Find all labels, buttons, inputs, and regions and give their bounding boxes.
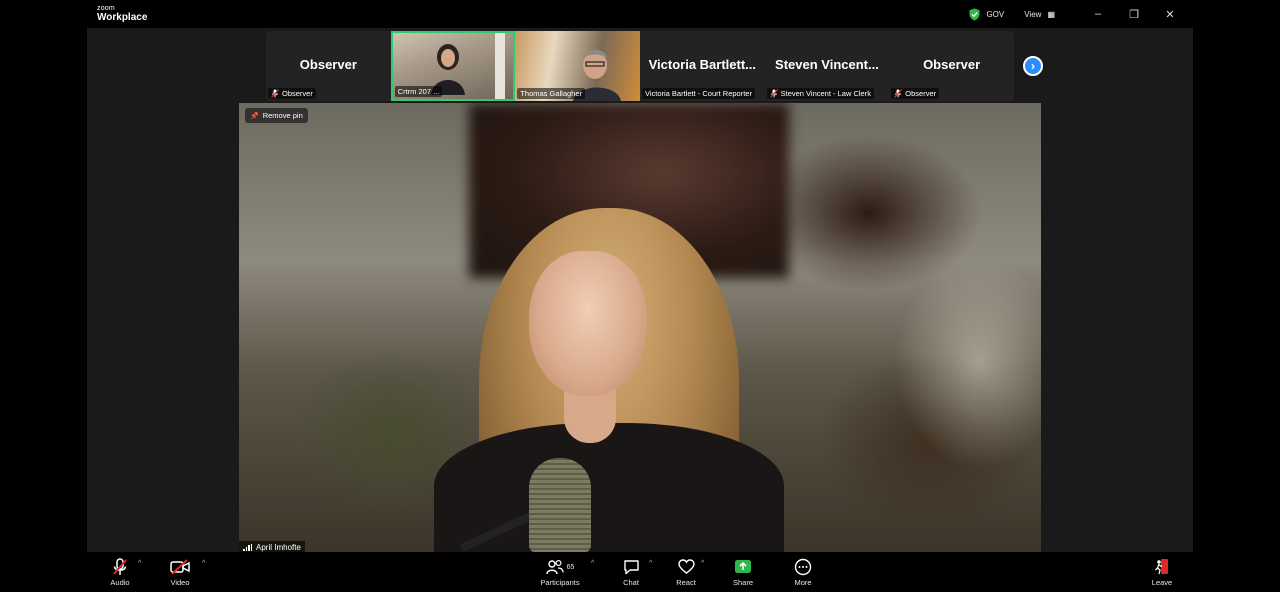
logo-small-text: zoom bbox=[97, 5, 115, 12]
share-label: Share bbox=[732, 578, 753, 587]
participant-tile-active-speaker[interactable]: Crtrm 207 ... bbox=[390, 31, 516, 101]
participant-tile[interactable]: Thomas Gallagher bbox=[515, 31, 640, 101]
tile-label-text: Victoria Bartlett - Court Reporter bbox=[644, 89, 752, 98]
shield-check-icon bbox=[969, 8, 980, 20]
participant-tile[interactable]: Victoria Bartlett... Victoria Bartlett -… bbox=[639, 31, 765, 101]
podcast-microphone bbox=[529, 458, 591, 552]
tile-name: Observer bbox=[923, 57, 981, 72]
participants-label: Participants bbox=[540, 578, 580, 587]
tile-label-text: Observer bbox=[282, 89, 313, 98]
chat-button[interactable]: Chat bbox=[609, 557, 653, 587]
video-button[interactable]: Video bbox=[158, 557, 202, 587]
more-ellipsis-icon bbox=[794, 558, 812, 576]
signal-strength-icon bbox=[243, 543, 252, 551]
zoom-window: zoom Workplace GOV View ▦ – ❐ ✕ Observer… bbox=[0, 0, 1280, 592]
next-page-button[interactable]: › bbox=[1023, 56, 1043, 76]
tile-label: Observer bbox=[268, 88, 316, 99]
tile-label: Thomas Gallagher bbox=[517, 88, 586, 99]
tile-label: Victoria Bartlett - Court Reporter bbox=[641, 88, 755, 99]
leave-label: Leave bbox=[1151, 578, 1173, 587]
tile-name: Observer bbox=[299, 57, 357, 72]
participant-tile[interactable]: Observer Observer bbox=[889, 31, 1014, 101]
audio-button[interactable]: Audio bbox=[98, 557, 142, 587]
leave-door-icon bbox=[1155, 559, 1168, 575]
gov-badge: GOV bbox=[986, 9, 1005, 19]
tile-label-text: Thomas Gallagher bbox=[520, 89, 583, 98]
zoom-logo: zoom Workplace bbox=[97, 5, 147, 23]
speaker-name: April Imhofte bbox=[256, 542, 301, 552]
meeting-toolbar: Audio ^ Video ^ 65 Participants ^ Chat ^… bbox=[87, 552, 1193, 592]
more-button[interactable]: More bbox=[781, 557, 825, 587]
pin-icon: 📌 bbox=[250, 112, 259, 120]
audio-options-chevron-up-icon[interactable]: ^ bbox=[138, 560, 141, 567]
audio-label: Audio bbox=[110, 578, 130, 587]
tile-label-text: Steven Vincent - Law Clerk bbox=[780, 89, 871, 98]
participants-icon bbox=[545, 559, 564, 575]
video-options-chevron-up-icon[interactable]: ^ bbox=[202, 560, 205, 567]
share-button[interactable]: Share bbox=[721, 557, 765, 587]
view-grid-icon[interactable]: ▦ bbox=[1047, 10, 1055, 19]
mic-muted-icon bbox=[271, 89, 279, 98]
react-label: React bbox=[676, 578, 696, 587]
tile-name: Steven Vincent... bbox=[775, 57, 879, 72]
maximize-button[interactable]: ❐ bbox=[1119, 6, 1149, 22]
share-screen-icon bbox=[735, 560, 751, 573]
close-button[interactable]: ✕ bbox=[1155, 6, 1185, 22]
chevron-right-icon: › bbox=[1031, 59, 1035, 73]
participants-button[interactable]: 65 Participants bbox=[531, 557, 589, 587]
more-label: More bbox=[794, 578, 812, 587]
leave-button[interactable]: Leave bbox=[1140, 557, 1184, 587]
mic-muted-icon bbox=[894, 89, 903, 98]
tile-label: Observer bbox=[891, 88, 940, 99]
remove-pin-label: Remove pin bbox=[262, 111, 303, 120]
tile-label-text: Crtrm 207 ... bbox=[397, 87, 440, 96]
mic-muted-icon bbox=[769, 89, 778, 98]
pinned-video[interactable] bbox=[239, 103, 1041, 552]
thumbnail-strip: Observer Observer Crtrm 207 ... Thomas G… bbox=[266, 31, 1014, 101]
tile-label-text: Observer bbox=[905, 89, 937, 98]
video-off-icon bbox=[170, 559, 190, 575]
minimize-button[interactable]: – bbox=[1083, 6, 1113, 22]
mic-muted-icon bbox=[113, 558, 127, 575]
tile-name: Victoria Bartlett... bbox=[648, 57, 756, 72]
chat-icon bbox=[623, 560, 639, 575]
participants-count: 65 bbox=[566, 563, 575, 571]
logo-big-text: Workplace bbox=[97, 12, 148, 23]
remove-pin-button[interactable]: 📌 Remove pin bbox=[245, 108, 308, 123]
chat-options-chevron-up-icon[interactable]: ^ bbox=[649, 560, 652, 567]
participant-tile[interactable]: Observer Observer bbox=[266, 31, 391, 101]
title-right-controls: GOV View ▦ – ❐ ✕ bbox=[969, 6, 1185, 22]
heart-react-icon bbox=[677, 559, 695, 574]
participant-tile[interactable]: Steven Vincent... Steven Vincent - Law C… bbox=[764, 31, 890, 101]
tile-label: Crtrm 207 ... bbox=[394, 86, 443, 97]
video-label: Video bbox=[170, 578, 190, 587]
react-options-chevron-up-icon[interactable]: ^ bbox=[701, 560, 704, 567]
speaker-face bbox=[529, 251, 647, 396]
view-button[interactable]: View bbox=[1024, 10, 1041, 19]
chat-label: Chat bbox=[623, 578, 639, 587]
participants-options-chevron-up-icon[interactable]: ^ bbox=[591, 560, 594, 567]
title-bar: zoom Workplace GOV View ▦ – ❐ ✕ bbox=[87, 0, 1193, 28]
tile-label: Steven Vincent - Law Clerk bbox=[766, 88, 874, 99]
